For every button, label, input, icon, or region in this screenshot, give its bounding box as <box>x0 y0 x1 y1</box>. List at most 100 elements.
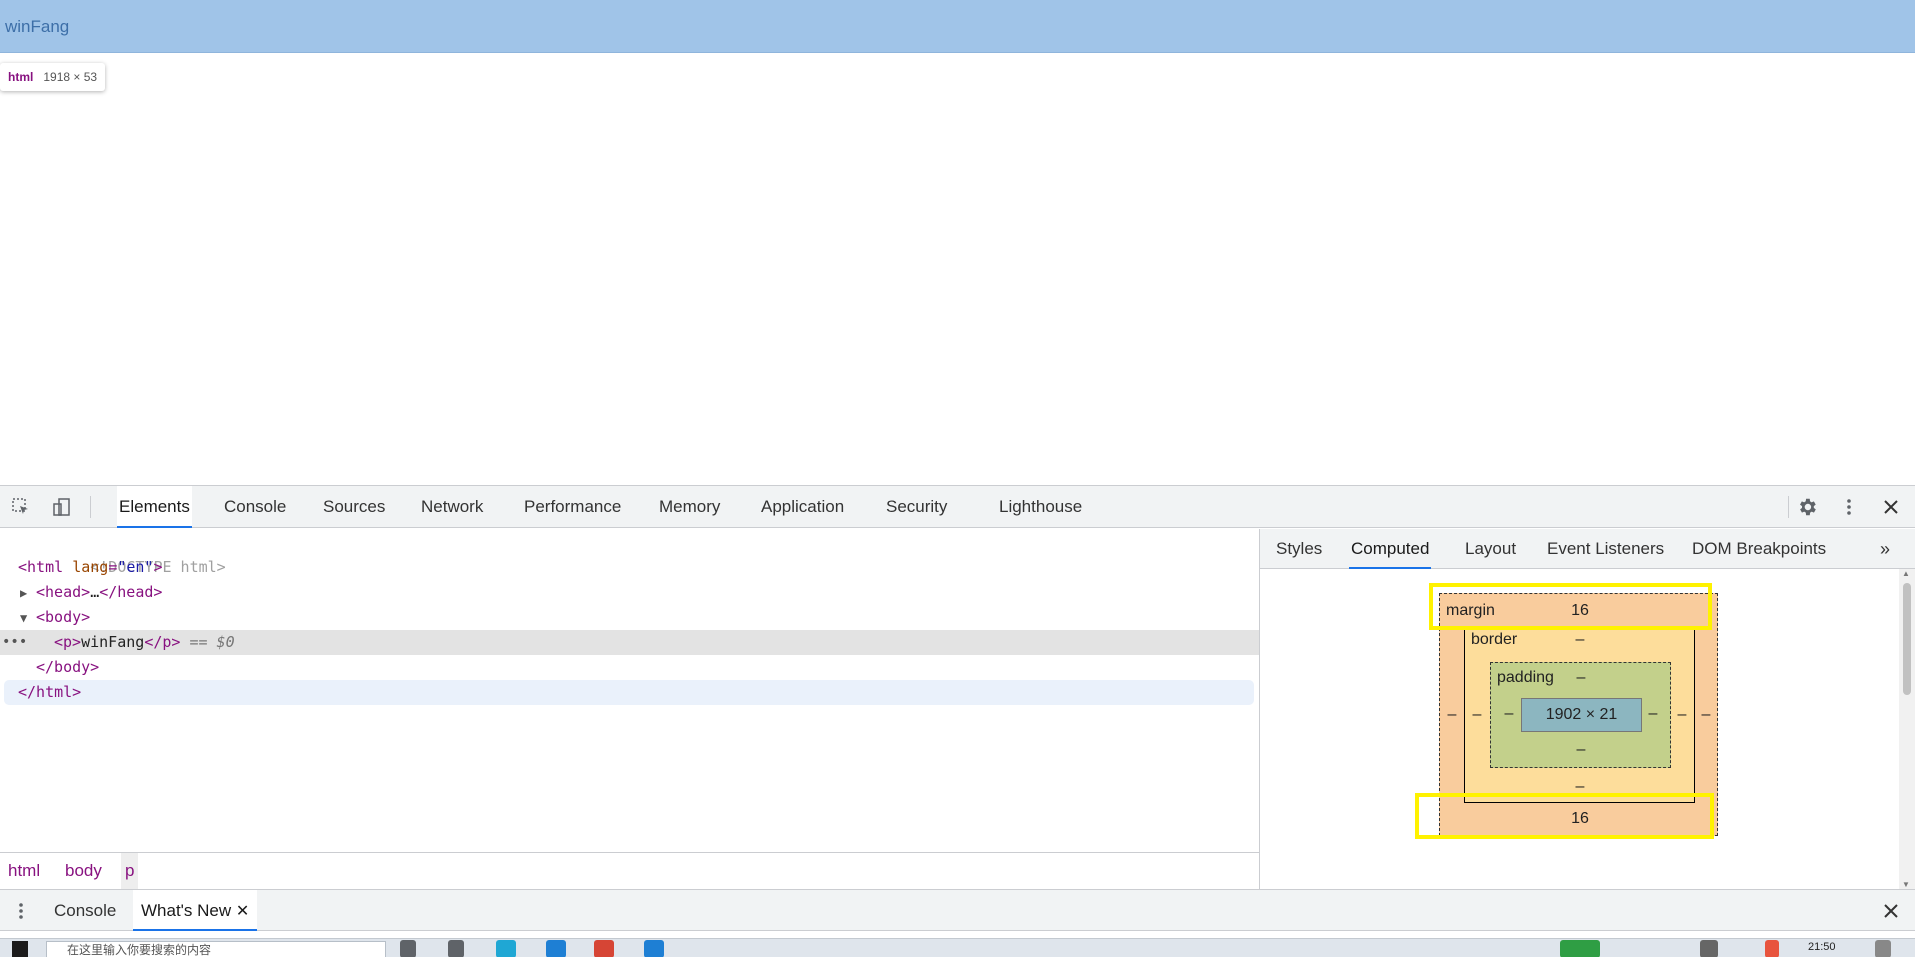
tab-event-listeners[interactable]: Event Listeners <box>1545 529 1666 569</box>
tab-network[interactable]: Network <box>419 486 485 528</box>
html-open-tag: <html <box>18 558 64 576</box>
head-open-tag: <head> <box>36 583 91 601</box>
gear-icon[interactable] <box>1796 496 1818 518</box>
expand-triangle-icon[interactable]: ▶ <box>20 581 36 606</box>
taskbar-clock[interactable]: 21:50 <box>1808 941 1836 953</box>
screen: winFang html 1918 × 53 Elements Console … <box>0 0 1915 957</box>
tray-icon[interactable] <box>1700 940 1718 957</box>
toolbar-separator <box>1788 496 1789 518</box>
search-icon[interactable] <box>400 940 416 957</box>
collapse-triangle-icon[interactable]: ▼ <box>20 606 36 631</box>
scroll-thumb[interactable] <box>1903 583 1911 695</box>
margin-left-value[interactable]: – <box>1446 706 1458 724</box>
border-right-value[interactable]: – <box>1676 706 1688 724</box>
body-open-tag: <body> <box>36 608 91 626</box>
close-tab-icon[interactable]: ✕ <box>236 903 249 920</box>
attr-name: lang <box>72 558 109 576</box>
p-close-tag: </p> <box>144 633 181 651</box>
drawer-toolbar: Console What's New ✕ <box>0 889 1915 931</box>
tab-performance[interactable]: Performance <box>522 486 623 528</box>
padding-bottom-value[interactable]: – <box>1566 741 1596 759</box>
page-paragraph-highlight[interactable]: winFang <box>0 0 1915 53</box>
p-open-tag: <p> <box>54 633 82 651</box>
collapsed-ellipsis[interactable]: … <box>90 583 99 601</box>
tab-elements[interactable]: Elements <box>117 486 192 528</box>
tray-app-icon[interactable] <box>1765 940 1779 957</box>
device-toolbar-icon[interactable] <box>50 496 72 518</box>
attr-value: "en" <box>117 558 154 576</box>
dom-line-body-close[interactable]: </body> <box>0 655 1259 680</box>
padding-right-value[interactable]: – <box>1647 705 1659 723</box>
tooltip-tag: html <box>8 70 34 84</box>
dom-line-doctype[interactable]: <!DOCTYPE html> <box>0 530 1259 576</box>
side-tabs: Styles Computed Layout Event Listeners D… <box>1260 529 1915 569</box>
dom-line-html-close[interactable]: </html> <box>4 680 1254 705</box>
highlight-margin-bottom <box>1415 793 1714 839</box>
devtools-panel: Elements Console Sources Network Perform… <box>0 485 1915 957</box>
dom-line-body[interactable]: ▼ <body> <box>0 605 1259 630</box>
scroll-up-icon[interactable]: ▲ <box>1902 569 1910 578</box>
inspect-element-icon[interactable] <box>10 496 32 518</box>
more-options-icon[interactable] <box>1838 496 1860 518</box>
dom-line-head[interactable]: ▶ <head>…</head> <box>0 580 1259 605</box>
inspect-tooltip: html 1918 × 53 <box>0 63 106 91</box>
dom-tree: <!DOCTYPE html> <html lang="en"> ▶ <head>… <box>0 529 1259 851</box>
selected-marker: == $0 <box>189 633 235 651</box>
windows-start-icon[interactable] <box>12 941 28 957</box>
padding-left-value[interactable]: – <box>1503 705 1515 723</box>
head-close-tag: </head> <box>99 583 163 601</box>
breadcrumb-html[interactable]: html <box>4 853 44 889</box>
tab-sources[interactable]: Sources <box>321 486 387 528</box>
box-model-diagram: margin 16 16 – – border – – – – padding … <box>1415 583 1718 839</box>
padding-top-value[interactable]: – <box>1566 669 1596 687</box>
vscode-icon[interactable] <box>546 940 566 957</box>
tab-styles[interactable]: Styles <box>1274 529 1324 569</box>
box-model-content[interactable]: 1902 × 21 <box>1521 698 1642 732</box>
tab-dom-breakpoints[interactable]: DOM Breakpoints <box>1690 529 1828 569</box>
chrome-icon[interactable] <box>594 940 614 957</box>
tab-lighthouse[interactable]: Lighthouse <box>997 486 1084 528</box>
toolbar-separator <box>90 496 91 518</box>
tooltip-size: 1918 × 53 <box>43 70 98 84</box>
border-label: border <box>1471 631 1518 648</box>
breadcrumb: html body p <box>0 852 1259 889</box>
tab-application[interactable]: Application <box>759 486 846 528</box>
more-tabs-icon[interactable]: » <box>1880 529 1890 569</box>
html-close-tag: </html> <box>18 683 82 701</box>
task-view-icon[interactable] <box>448 940 464 957</box>
drawer-tab-console[interactable]: Console <box>52 890 118 931</box>
close-drawer-icon[interactable] <box>1880 900 1902 922</box>
tab-layout[interactable]: Layout <box>1463 529 1518 569</box>
ellipsis-menu-icon[interactable]: ••• <box>2 630 27 655</box>
tab-memory[interactable]: Memory <box>657 486 722 528</box>
drawer-menu-icon[interactable] <box>10 900 32 922</box>
dom-line-p-selected[interactable]: ••• <p>winFang</p> == $0 <box>0 630 1259 655</box>
scroll-down-icon[interactable]: ▼ <box>1902 880 1910 889</box>
margin-right-value[interactable]: – <box>1700 706 1712 724</box>
box-model-padding[interactable]: padding – – – – 1902 × 21 <box>1490 662 1671 768</box>
p-text: winFang <box>81 633 145 651</box>
drawer-tab-whats-new[interactable]: What's New ✕ <box>133 890 258 931</box>
page-viewport: winFang html 1918 × 53 <box>0 0 1915 485</box>
border-top-value[interactable]: – <box>1565 631 1595 649</box>
border-left-value[interactable]: – <box>1471 706 1483 724</box>
content-size[interactable]: 1902 × 21 <box>1546 706 1618 724</box>
padding-label: padding <box>1497 669 1554 686</box>
battery-icon[interactable] <box>1560 940 1600 957</box>
notification-icon[interactable] <box>1875 940 1891 957</box>
breadcrumb-p[interactable]: p <box>121 853 139 889</box>
tab-security[interactable]: Security <box>884 486 949 528</box>
page-paragraph-text: winFang <box>5 17 70 36</box>
devtools-toolbar: Elements Console Sources Network Perform… <box>0 486 1915 528</box>
vscode-icon[interactable] <box>644 940 664 957</box>
taskbar-search-input[interactable]: 在这里输入你要搜索的内容 <box>46 941 386 957</box>
dom-line-html[interactable]: <html lang="en"> <box>0 555 1259 580</box>
box-model-border[interactable]: border – – – – padding – – – – 1902 × 21 <box>1464 627 1695 803</box>
close-icon[interactable] <box>1880 496 1902 518</box>
tab-computed[interactable]: Computed <box>1349 529 1432 569</box>
scrollbar[interactable]: ▲ ▼ <box>1899 569 1915 889</box>
tab-console[interactable]: Console <box>222 486 288 528</box>
highlight-margin-top <box>1429 583 1712 630</box>
breadcrumb-body[interactable]: body <box>61 853 106 889</box>
edge-icon[interactable] <box>496 940 516 957</box>
